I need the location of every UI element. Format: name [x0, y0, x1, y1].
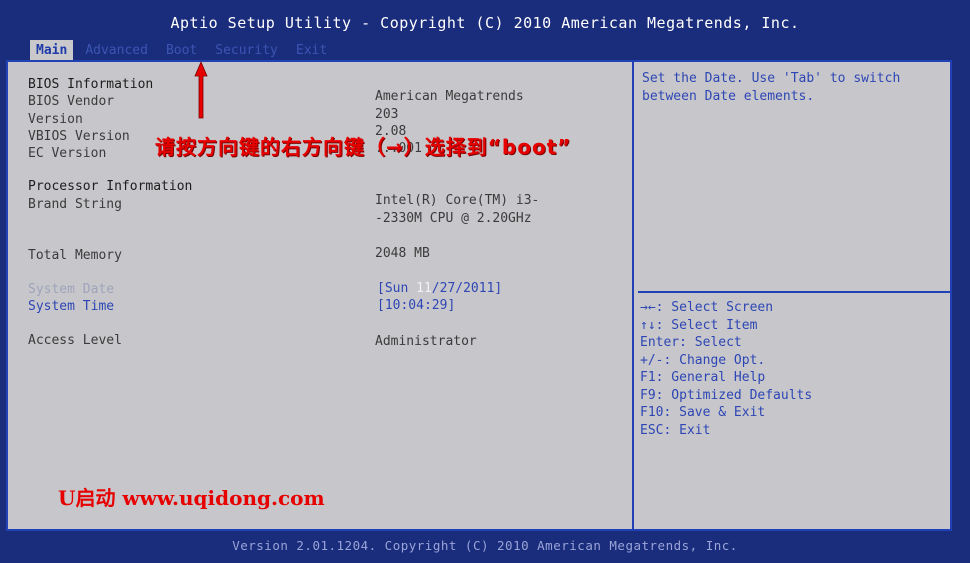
tab-exit[interactable]: Exit [290, 40, 333, 60]
tab-advanced[interactable]: Advanced [79, 40, 154, 60]
access-level-value: Administrator [375, 334, 477, 349]
key-change-opt: +/-: Change Opt. [640, 352, 766, 368]
system-date-label[interactable]: System Date [28, 282, 114, 297]
instruction-annotation: 请按方向键的右方向键（→）选择到“boot” [155, 135, 572, 159]
tab-main[interactable]: Main [30, 40, 74, 60]
ec-version-label: EC Version [28, 146, 107, 161]
access-level-label: Access Level [28, 333, 122, 348]
key-select-screen: →←: Select Screen [640, 300, 774, 315]
key-legend: →←: Select Screen ↑↓: Select Item Enter:… [640, 299, 812, 439]
processor-info-heading: Processor Information [28, 179, 193, 194]
version-label: Version [28, 112, 83, 127]
system-time-value[interactable]: [10:04:29] [377, 298, 455, 313]
system-time-label[interactable]: System Time [28, 299, 114, 314]
help-panel: Set the Date. Use 'Tab' to switch betwee… [632, 60, 952, 531]
version-value: 203 [375, 107, 399, 122]
tab-security[interactable]: Security [209, 40, 284, 60]
bios-vendor-label: BIOS Vendor [28, 94, 115, 109]
date-suffix: /27/2011] [431, 281, 503, 296]
key-optimized-defaults: F9: Optimized Defaults [640, 387, 813, 403]
key-enter-select: Enter: Select [640, 335, 742, 350]
window-title: Aptio Setup Utility - Copyright (C) 2010… [170, 14, 800, 32]
system-date-value[interactable]: [Sun 11/27/2011] [377, 281, 502, 296]
key-esc-exit: ESC: Exit [640, 422, 711, 438]
brand-string-value-line2: -2330M CPU @ 2.20GHz [375, 211, 532, 226]
vbios-version-label: VBIOS Version [28, 129, 130, 144]
total-memory-label: Total Memory [28, 248, 122, 263]
help-text: Set the Date. Use 'Tab' to switch betwee… [642, 71, 901, 104]
key-select-item: ↑↓: Select Item [640, 317, 758, 333]
key-save-exit: F10: Save & Exit [640, 405, 766, 420]
brand-string-label: Brand String [28, 197, 122, 212]
key-general-help: F1: General Help [640, 370, 766, 385]
bios-vendor-value: American Megatrends [375, 89, 524, 104]
footer-version: Version 2.01.1204. Copyright (C) 2010 Am… [232, 538, 738, 553]
date-prefix: [Sun [377, 281, 417, 296]
tab-boot[interactable]: Boot [160, 40, 203, 60]
arrow-up-icon [194, 60, 208, 119]
menu-tabs: Main Advanced Boot Security Exit [30, 40, 339, 60]
brand-string-value-line1: Intel(R) Core(TM) i3- [375, 193, 540, 208]
site-watermark: U启动 www.uqidong.com [58, 486, 325, 510]
help-divider [638, 291, 950, 293]
total-memory-value: 2048 MB [375, 246, 430, 261]
date-selected-field[interactable]: 11 [416, 281, 432, 296]
bios-info-heading: BIOS Information [28, 77, 154, 92]
